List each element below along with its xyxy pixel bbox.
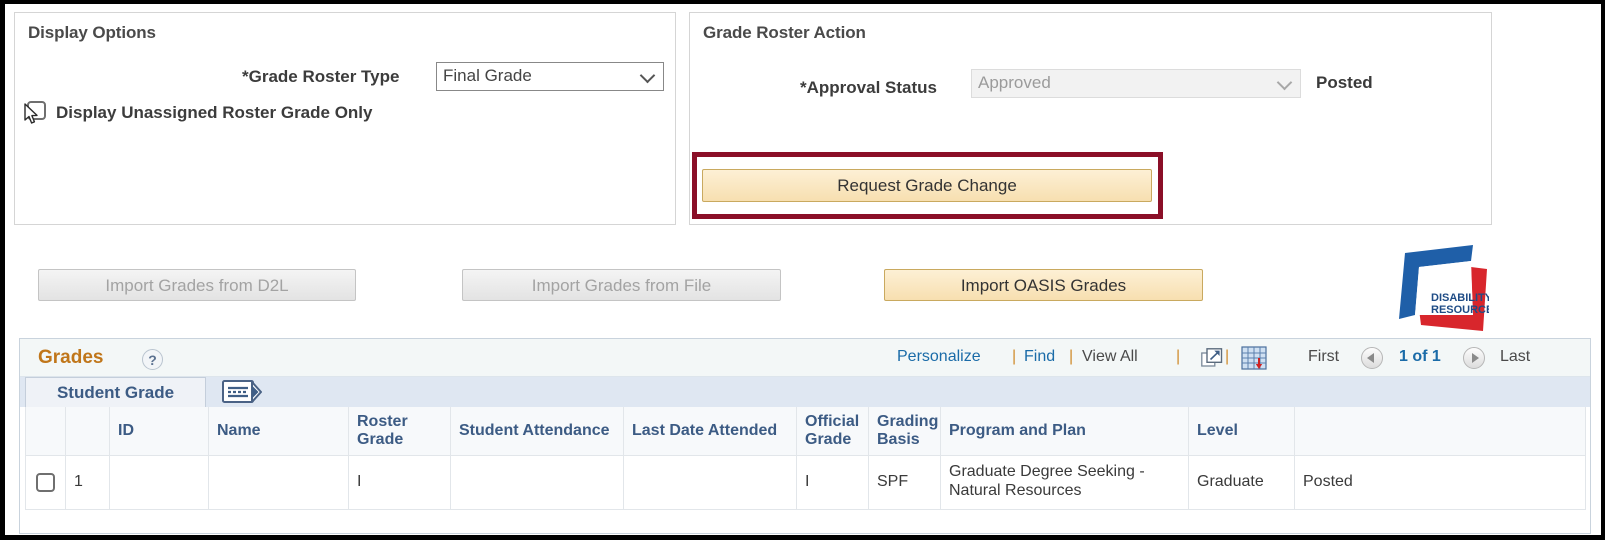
col-program-and-plan: Program and Plan (940, 407, 1189, 456)
row-id-cell (109, 454, 209, 510)
logo-line-2: RESOURCES (1431, 304, 1489, 316)
download-to-spreadsheet-icon[interactable] (1241, 346, 1267, 370)
row-official-grade-cell: I (796, 454, 869, 510)
grade-roster-action-title: Grade Roster Action (703, 23, 866, 42)
screenshot-root: Display Options *Grade Roster Type Final… (0, 0, 1605, 540)
row-grading-basis-cell: SPF (868, 454, 941, 510)
row-select-cell (25, 454, 66, 510)
import-oasis-grades-button[interactable]: Import OASIS Grades (884, 269, 1203, 301)
row-program-and-plan-cell: Graduate Degree Seeking - Natural Resour… (940, 454, 1189, 510)
display-unassigned-label: Display Unassigned Roster Grade Only (56, 103, 373, 122)
logo-line-1: DISABILITY (1431, 292, 1489, 304)
row-level-cell: Graduate (1188, 454, 1295, 510)
col-id: ID (109, 407, 209, 456)
first-nav-label[interactable]: First (1308, 348, 1339, 366)
grades-title: Grades (38, 347, 104, 368)
approval-status-select: Approved (971, 69, 1301, 98)
help-icon[interactable]: ? (142, 349, 163, 370)
col-last-date-attended: Last Date Attended (623, 407, 797, 456)
row-roster-grade-cell[interactable]: I (348, 454, 451, 510)
chevron-down-icon (1279, 76, 1292, 89)
previous-page-arrow[interactable] (1361, 347, 1383, 369)
display-unassigned-checkbox[interactable] (27, 101, 46, 120)
row-last-date-attended-cell[interactable] (623, 454, 797, 510)
request-grade-change-button[interactable]: Request Grade Change (702, 169, 1152, 202)
toolbar-separator: | (1225, 348, 1230, 365)
col-status (1294, 407, 1586, 456)
import-grades-from-d2l-button[interactable]: Import Grades from D2L (38, 269, 356, 301)
import-grades-from-file-button[interactable]: Import Grades from File (462, 269, 781, 301)
grade-roster-type-select[interactable]: Final Grade (436, 62, 664, 91)
toolbar-separator: | (1069, 348, 1074, 365)
expand-new-window-icon[interactable] (1201, 348, 1223, 368)
page-indicator: 1 of 1 (1399, 348, 1441, 365)
grade-roster-type-label: *Grade Roster Type (242, 67, 400, 86)
col-roster-grade: Roster Grade (348, 407, 451, 456)
approval-status-label: *Approval Status (800, 78, 937, 97)
col-index (65, 407, 110, 456)
tab-strip: Student Grade (20, 377, 1590, 407)
col-student-attendance: Student Attendance (450, 407, 624, 456)
table-header-row: ID Name Roster Grade Student Attendance … (25, 407, 1586, 456)
col-level: Level (1188, 407, 1295, 456)
row-name-cell (208, 454, 349, 510)
col-grading-basis: Grading Basis (868, 407, 941, 456)
personalize-link[interactable]: Personalize (897, 348, 981, 366)
view-all-link[interactable]: View All (1082, 348, 1138, 366)
grade-roster-type-value: Final Grade (443, 66, 532, 85)
grades-header-bar: Grades ? Personalize | Find | View All |… (20, 339, 1590, 377)
col-select (25, 407, 66, 456)
col-official-grade: Official Grade (796, 407, 869, 456)
row-student-attendance-cell[interactable] (450, 454, 624, 510)
display-options-title: Display Options (28, 23, 156, 42)
grades-panel: Grades ? Personalize | Find | View All |… (19, 338, 1591, 534)
row-select-checkbox[interactable] (36, 472, 55, 492)
posted-status-label: Posted (1316, 73, 1373, 92)
approval-status-value: Approved (978, 73, 1051, 92)
grades-table: ID Name Roster Grade Student Attendance … (25, 407, 1586, 510)
row-index-cell: 1 (65, 454, 110, 510)
next-page-arrow[interactable] (1463, 347, 1485, 369)
last-nav-label[interactable]: Last (1500, 348, 1530, 366)
row-status-cell: Posted (1294, 454, 1586, 510)
disability-resources-logo: DISABILITY RESOURCES (1399, 245, 1489, 331)
chevron-down-icon (642, 69, 655, 82)
table-row: 1 I I SPF Graduate Degree Seeking - Natu… (25, 454, 1586, 510)
toolbar-separator: | (1012, 348, 1017, 365)
show-all-columns-icon[interactable] (222, 380, 262, 404)
toolbar-separator: | (1176, 348, 1181, 365)
col-name: Name (208, 407, 349, 456)
tab-student-grade[interactable]: Student Grade (25, 377, 206, 407)
find-link[interactable]: Find (1024, 348, 1055, 366)
